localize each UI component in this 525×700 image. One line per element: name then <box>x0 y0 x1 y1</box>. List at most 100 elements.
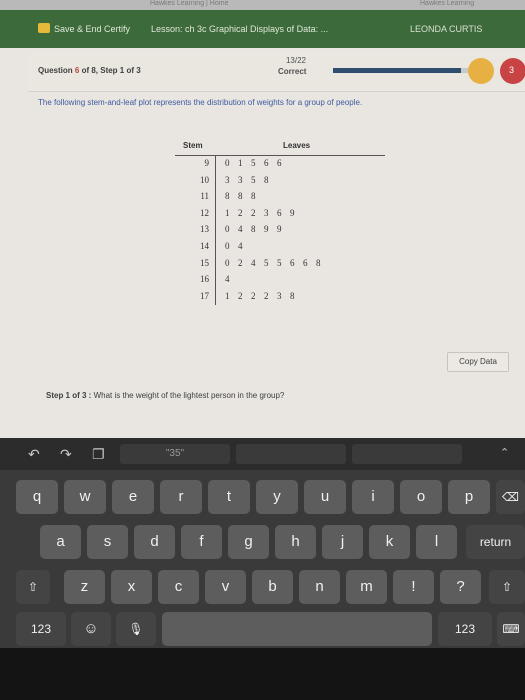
return-key[interactable]: return <box>466 525 525 559</box>
key-exclaim[interactable]: ! <box>393 570 434 604</box>
keyboard-dismiss-icon[interactable]: ⌨ <box>497 612 525 646</box>
status-text: Correct <box>278 67 307 76</box>
stem-divider <box>215 205 216 223</box>
notifications-button[interactable]: 3 <box>500 58 525 84</box>
key-x[interactable]: x <box>111 570 152 604</box>
leaf-value: 6 <box>277 207 282 218</box>
browser-tab-strip: Hawkes Learning | Home Hawkes Learning <box>0 0 525 10</box>
leaves-list: 122238 <box>225 291 303 301</box>
table-row: 15 0 2 4 5 5 6 6 8 <box>175 255 385 273</box>
progress-bar <box>333 68 483 73</box>
table-row: 17 1 2 2 2 3 8 <box>175 288 385 306</box>
leaf-value: 4 <box>238 224 243 235</box>
suggestion-1[interactable]: "35" <box>120 444 230 464</box>
key-h[interactable]: h <box>275 525 316 559</box>
chevron-up-icon[interactable]: ⌃ <box>500 446 509 459</box>
stem-divider <box>215 172 216 190</box>
suggestion-3[interactable] <box>352 444 462 464</box>
question-header: Question 6 of 8, Step 1 of 3 13/22 Corre… <box>28 52 525 92</box>
key-u[interactable]: u <box>304 480 346 514</box>
user-name[interactable]: LEONDA CURTIS <box>410 24 482 34</box>
leaf-value: 4 <box>225 274 230 285</box>
step-question: Step 1 of 3 : What is the weight of the … <box>46 391 285 400</box>
key-question[interactable]: ? <box>440 570 481 604</box>
key-l[interactable]: l <box>416 525 457 559</box>
leaf-value: 8 <box>290 290 295 301</box>
key-s[interactable]: s <box>87 525 128 559</box>
key-i[interactable]: i <box>352 480 394 514</box>
key-r[interactable]: r <box>160 480 202 514</box>
leaves-list: 888 <box>225 191 264 201</box>
key-q[interactable]: q <box>16 480 58 514</box>
key-g[interactable]: g <box>228 525 269 559</box>
table-header: Stem Leaves <box>175 138 385 156</box>
key-b[interactable]: b <box>252 570 293 604</box>
leaf-value: 0 <box>225 257 230 268</box>
key-a[interactable]: a <box>40 525 81 559</box>
key-o[interactable]: o <box>400 480 442 514</box>
key-w[interactable]: w <box>64 480 106 514</box>
keyboard-toolbar: ↶ ↷ ❐ "35" ⌃ <box>0 438 525 470</box>
leaf-value: 2 <box>238 207 243 218</box>
key-k[interactable]: k <box>369 525 410 559</box>
key-n[interactable]: n <box>299 570 340 604</box>
microphone-icon[interactable]: 🎙 <box>116 612 156 646</box>
emoji-icon[interactable]: ☺ <box>71 612 111 646</box>
shift-key-left[interactable]: ⇧ <box>16 570 50 604</box>
leaf-value: 8 <box>316 257 321 268</box>
leaves-list: 4 <box>225 274 238 284</box>
undo-icon[interactable]: ↶ <box>28 446 40 463</box>
shift-key-right[interactable]: ⇧ <box>489 570 525 604</box>
key-p[interactable]: p <box>448 480 490 514</box>
stem-value: 14 <box>200 240 209 251</box>
leaf-value: 8 <box>264 174 269 185</box>
leaf-value: 1 <box>225 290 230 301</box>
numbers-key-right[interactable]: 123 <box>438 612 492 646</box>
key-d[interactable]: d <box>134 525 175 559</box>
key-f[interactable]: f <box>181 525 222 559</box>
tools-button[interactable] <box>468 58 494 84</box>
leaf-value: 5 <box>277 257 282 268</box>
table-row: 901566 <box>175 156 385 173</box>
redo-icon[interactable]: ↷ <box>60 446 72 463</box>
leaves-list: 04899 <box>225 224 290 234</box>
space-bar[interactable] <box>162 612 432 646</box>
table-row: 10 3 3 5 8 <box>175 172 385 190</box>
backspace-key[interactable]: ⌫ <box>496 480 525 514</box>
leaf-value: 4 <box>238 240 243 251</box>
browser-tab-left[interactable]: Hawkes Learning | Home <box>150 0 228 7</box>
save-end-certify-link[interactable]: Save & End Certify <box>54 24 130 34</box>
suggestion-2[interactable] <box>236 444 346 464</box>
leaves-list: 02455668 <box>225 258 329 268</box>
stem-leaf-table: Stem Leaves 9 0 1 5 6 6 10 3 3 5 8 11 8 8 8 12 1 2 2 3 6 9 13 0… <box>175 138 385 306</box>
key-m[interactable]: m <box>346 570 387 604</box>
lesson-content: Question 6 of 8, Step 1 of 3 13/22 Corre… <box>0 48 525 438</box>
table-row: 14 0 4 <box>175 238 385 256</box>
stem-value: 9 <box>204 158 210 168</box>
nav-bar: Save & End Certify Lesson: ch 3c Graphic… <box>0 10 525 48</box>
stem-divider <box>215 156 216 173</box>
table-row: 12 1 2 2 3 6 9 <box>175 205 385 223</box>
stem-divider <box>215 272 216 289</box>
key-e[interactable]: e <box>112 480 154 514</box>
leaf-value: 0 <box>225 158 230 168</box>
progress-fill <box>333 68 461 73</box>
paste-icon[interactable]: ❐ <box>92 446 105 463</box>
key-v[interactable]: v <box>205 570 246 604</box>
leaf-value: 6 <box>264 158 269 168</box>
lesson-title[interactable]: Lesson: ch 3c Graphical Displays of Data… <box>151 24 328 34</box>
numbers-key-left[interactable]: 123 <box>16 612 66 646</box>
browser-tab-right[interactable]: Hawkes Learning <box>420 0 474 7</box>
leaves-list: 122369 <box>225 208 303 218</box>
copy-data-button[interactable]: Copy Data <box>447 352 509 372</box>
leaf-value: 5 <box>251 174 256 185</box>
stem-value: 10 <box>200 174 209 185</box>
key-j[interactable]: j <box>322 525 363 559</box>
stem-value: 12 <box>200 207 209 218</box>
key-t[interactable]: t <box>208 480 250 514</box>
key-c[interactable]: c <box>158 570 199 604</box>
leaf-value: 3 <box>238 174 243 185</box>
key-y[interactable]: y <box>256 480 298 514</box>
key-z[interactable]: z <box>64 570 105 604</box>
leaf-value: 6 <box>277 158 282 168</box>
